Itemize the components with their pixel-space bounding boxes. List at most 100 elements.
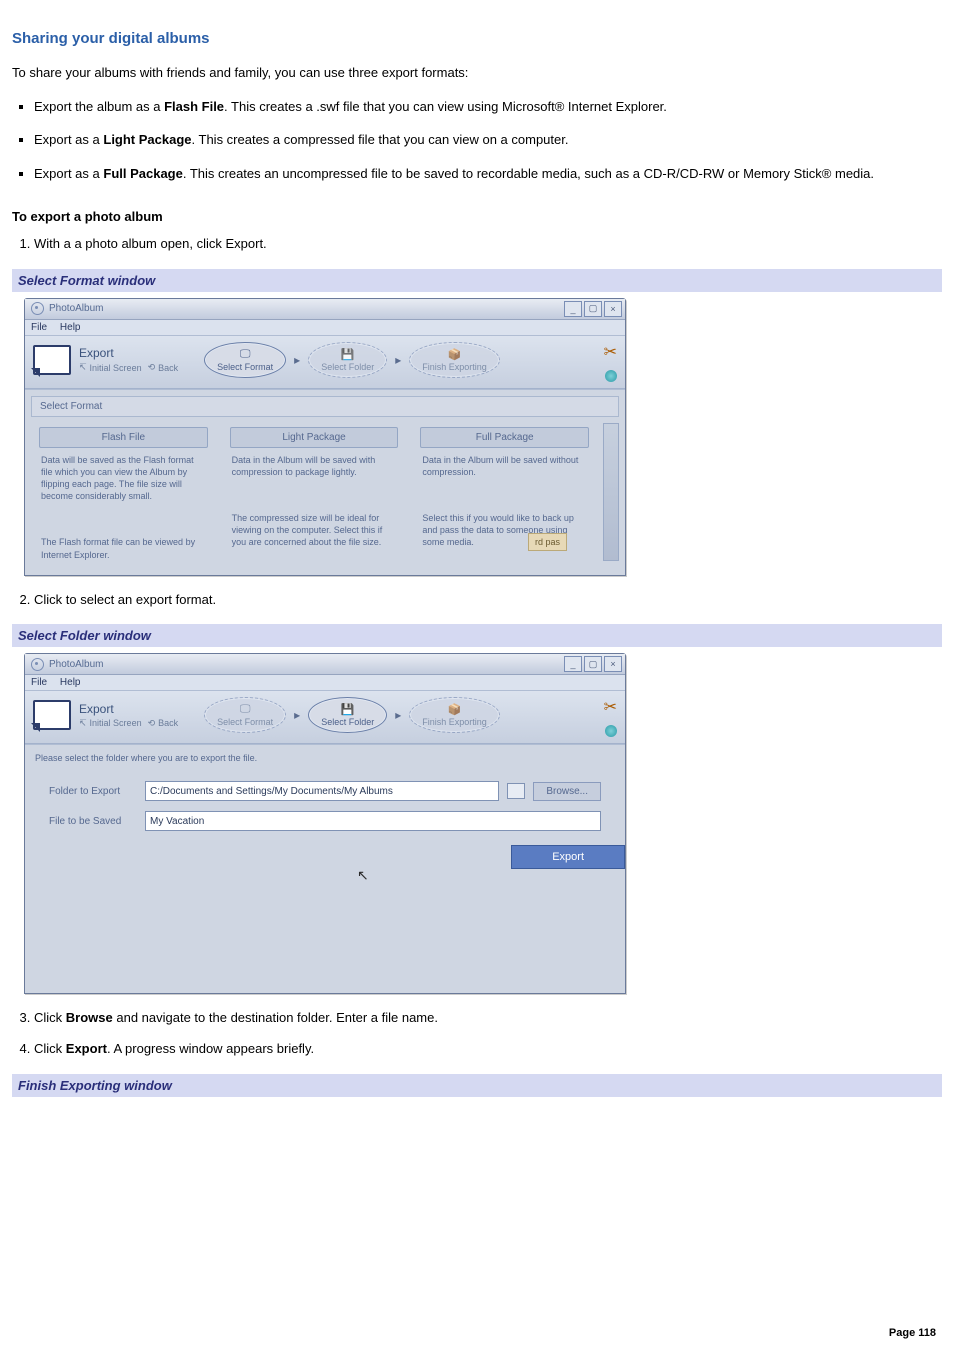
list-item: Export as a Light Package. This creates … [34, 130, 942, 150]
text: . This creates a compressed file that yo… [192, 132, 569, 147]
chevron-right-icon: ▸ [395, 353, 401, 367]
album-thumbnail-icon [33, 345, 71, 375]
step-finish-exporting[interactable]: 📦 Finish Exporting [409, 697, 500, 733]
window-title: PhotoAlbum [49, 303, 103, 314]
text-bold: Browse [66, 1010, 113, 1025]
file-label: File to be Saved [49, 816, 145, 827]
chevron-right-icon: ▸ [294, 708, 300, 722]
text-bold: Light Package [103, 132, 191, 147]
step-label: Select Folder [321, 362, 374, 372]
app-icon [31, 302, 44, 315]
text-bold: Export [66, 1041, 107, 1056]
maximize-button[interactable]: ▢ [584, 656, 602, 672]
wizard-header: Export ↸ Initial Screen ⟲ Back 🖵 Select … [25, 691, 625, 744]
intro-text: To share your albums with friends and fa… [12, 63, 942, 83]
text: . This creates a .swf file that you can … [224, 99, 667, 114]
browse-button[interactable]: Browse... [533, 782, 601, 801]
wizard-title: Export [79, 702, 178, 716]
chevron-right-icon: ▸ [395, 708, 401, 722]
minimize-button[interactable]: _ [564, 301, 582, 317]
filename-input[interactable] [145, 811, 601, 831]
scroll-indicator-icon [605, 725, 617, 737]
folder-label: Folder to Export [49, 786, 145, 797]
cursor-icon: ↖ [357, 867, 369, 884]
page-title: Sharing your digital albums [12, 30, 942, 47]
step-select-format[interactable]: 🖵 Select Format [204, 342, 286, 378]
list-item: With a a photo album open, click Export. [34, 234, 942, 255]
app-icon [31, 658, 44, 671]
step-finish-exporting[interactable]: 📦 Finish Exporting [409, 342, 500, 378]
menu-bar: File Help [25, 675, 625, 691]
menu-help[interactable]: Help [60, 677, 81, 688]
step-select-folder[interactable]: 💾 Select Folder [308, 342, 387, 378]
text: Click [34, 1010, 66, 1025]
file-row: File to be Saved [49, 811, 601, 831]
text: Export as a [34, 132, 103, 147]
step-icon: 📦 [448, 703, 462, 716]
caption-finish-exporting: Finish Exporting window [12, 1074, 942, 1097]
text: Export as a [34, 166, 103, 181]
maximize-button[interactable]: ▢ [584, 301, 602, 317]
step-select-format[interactable]: 🖵 Select Format [204, 697, 286, 733]
procedure-list: Click to select an export format. [34, 590, 942, 611]
tooltip: rd pas [528, 533, 567, 551]
window-titlebar: PhotoAlbum _ ▢ × [25, 654, 625, 675]
flash-file-button[interactable]: Flash File [39, 427, 208, 448]
text-bold: Flash File [164, 99, 224, 114]
menu-help[interactable]: Help [60, 322, 81, 333]
step-icon: 💾 [341, 348, 355, 361]
option-note: The Flash format file can be viewed by I… [31, 536, 216, 560]
folder-input[interactable] [145, 781, 499, 801]
step-icon: 🖵 [240, 348, 251, 361]
caption-select-format: Select Format window [12, 269, 942, 292]
full-package-button[interactable]: Full Package [420, 427, 589, 448]
text: and navigate to the destination folder. … [113, 1010, 438, 1025]
select-folder-window: PhotoAlbum _ ▢ × File Help Export ↸ Init… [24, 653, 626, 994]
format-list: Export the album as a Flash File. This c… [34, 97, 942, 184]
step-icon: 💾 [341, 703, 355, 716]
scrollbar[interactable] [603, 423, 619, 561]
list-item: Click to select an export format. [34, 590, 942, 611]
option-desc: Data will be saved as the Flash format f… [31, 454, 216, 503]
close-button[interactable]: × [604, 656, 622, 672]
step-label: Finish Exporting [422, 362, 487, 372]
option-desc: Data in the Album will be saved with com… [222, 454, 407, 478]
step-icon: 🖵 [240, 703, 251, 716]
window-titlebar: PhotoAlbum _ ▢ × [25, 299, 625, 320]
folder-icon[interactable] [507, 783, 525, 799]
caption-select-folder: Select Folder window [12, 624, 942, 647]
window-title: PhotoAlbum [49, 659, 103, 670]
scissors-icon[interactable]: ✂ [604, 342, 617, 362]
step-label: Select Format [217, 717, 273, 727]
scissors-icon[interactable]: ✂ [604, 697, 617, 717]
page-number: Page 118 [889, 1327, 936, 1339]
text: . A progress window appears briefly. [107, 1041, 314, 1056]
step-label: Select Format [217, 362, 273, 372]
back-link[interactable]: ⟲ Back [148, 362, 179, 373]
folder-row: Folder to Export Browse... [49, 781, 601, 801]
album-thumbnail-icon [33, 700, 71, 730]
initial-screen-link[interactable]: ↸ Initial Screen [79, 718, 142, 729]
export-button[interactable]: Export [511, 845, 625, 869]
procedure-list: Click Browse and navigate to the destina… [34, 1008, 942, 1060]
menu-file[interactable]: File [31, 677, 47, 688]
wizard-header: Export ↸ Initial Screen ⟲ Back 🖵 Select … [25, 336, 625, 389]
step-select-folder[interactable]: 💾 Select Folder [308, 697, 387, 733]
chevron-right-icon: ▸ [294, 353, 300, 367]
minimize-button[interactable]: _ [564, 656, 582, 672]
list-item: Export the album as a Flash File. This c… [34, 97, 942, 117]
menu-file[interactable]: File [31, 322, 47, 333]
initial-screen-link[interactable]: ↸ Initial Screen [79, 362, 142, 373]
scroll-indicator-icon [605, 370, 617, 382]
light-package-button[interactable]: Light Package [230, 427, 399, 448]
menu-bar: File Help [25, 320, 625, 336]
close-button[interactable]: × [604, 301, 622, 317]
option-note: The compressed size will be ideal for vi… [222, 512, 407, 548]
back-link[interactable]: ⟲ Back [148, 718, 179, 729]
text-bold: Full Package [103, 166, 182, 181]
option-light-package: Light Package Data in the Album will be … [222, 423, 407, 561]
select-format-window: PhotoAlbum _ ▢ × File Help Export ↸ Init… [24, 298, 626, 576]
text: Export the album as a [34, 99, 164, 114]
option-flash-file: Flash File Data will be saved as the Fla… [31, 423, 216, 561]
list-item: Click Browse and navigate to the destina… [34, 1008, 942, 1029]
